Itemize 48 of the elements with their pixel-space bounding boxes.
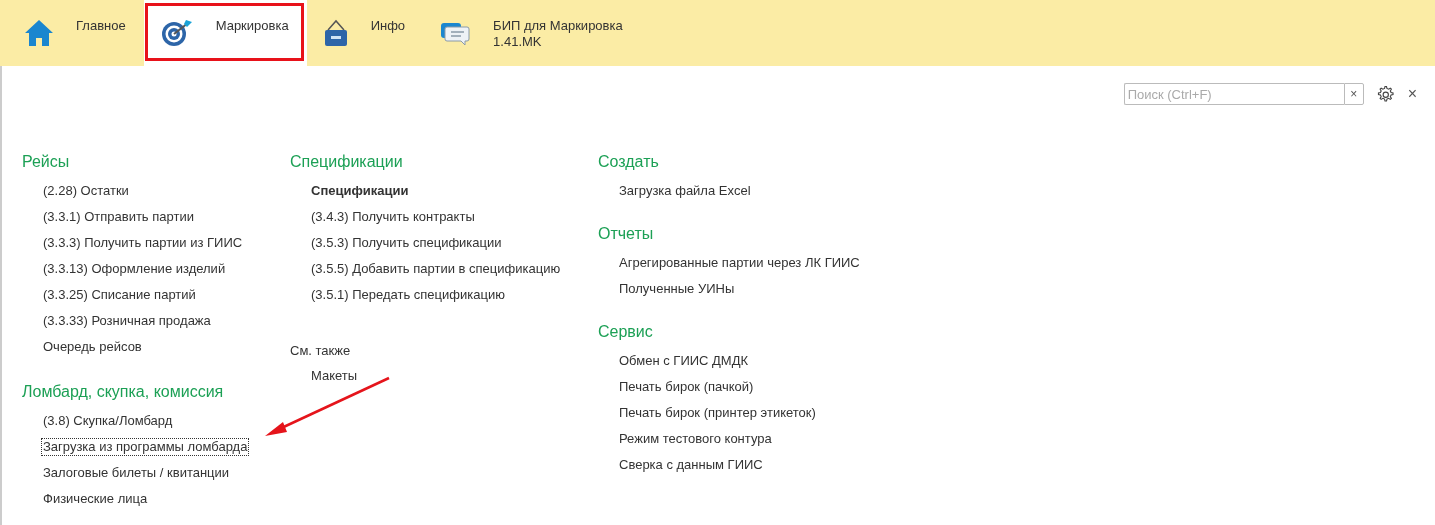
group-heading: Отчеты: [598, 224, 655, 244]
command-link[interactable]: (3.3.1) Отправить партии: [41, 208, 196, 226]
command-link[interactable]: (3.3.3) Получить партии из ГИИС: [41, 234, 245, 252]
group-heading: Ломбард, скупка, комиссия: [22, 382, 225, 402]
close-button[interactable]: ×: [1405, 85, 1419, 103]
command-link[interactable]: (3.3.33) Розничная продажа: [41, 312, 213, 330]
section-tab[interactable]: БИП для Маркировка 1.41.MK: [423, 0, 641, 66]
command-link[interactable]: Загрузка файла Excel: [617, 182, 753, 200]
command-link[interactable]: Печать бирок (пачкой): [617, 378, 756, 396]
command-link[interactable]: Загрузка из программы ломбарда: [41, 438, 250, 456]
settings-icon[interactable]: [1375, 85, 1394, 103]
section-tab[interactable]: Главное: [8, 0, 144, 66]
target-icon: [159, 18, 194, 48]
house-icon: [24, 18, 54, 48]
command-link[interactable]: (3.5.5) Добавить партии в спецификацию: [309, 260, 563, 278]
command-link[interactable]: (3.5.3) Получить спецификации: [309, 234, 504, 252]
tab-label: Инфо: [370, 18, 406, 34]
command-link[interactable]: Физические лица: [41, 490, 150, 508]
command-link[interactable]: Обмен с ГИИС ДМДК: [617, 352, 751, 370]
command-link[interactable]: (3.3.13) Оформление изделий: [41, 260, 228, 278]
command-link[interactable]: Очередь рейсов: [41, 338, 144, 356]
command-link[interactable]: (2.28) Остатки: [41, 182, 131, 200]
section-tab[interactable]: Маркировка: [143, 0, 307, 66]
hanging-sign-icon: [322, 18, 349, 48]
command-link[interactable]: Сверка с данным ГИИС: [617, 456, 765, 474]
clear-button[interactable]: ×: [1343, 83, 1364, 105]
group-heading: Спецификации: [290, 152, 404, 172]
command-link[interactable]: Полученные УИНы: [617, 280, 737, 298]
command-link[interactable]: Макеты: [309, 367, 360, 385]
group-heading: Создать: [598, 152, 660, 172]
group-heading: Сервис: [598, 322, 654, 342]
section-tab[interactable]: Инфо: [306, 0, 424, 66]
tab-label: Главное: [76, 18, 126, 34]
version-label: 1.41.MK: [493, 34, 543, 50]
command-link[interactable]: Режим тестового контура: [617, 430, 774, 448]
command-link[interactable]: (3.5.1) Передать спецификацию: [309, 286, 507, 304]
group-heading: Рейсы: [22, 152, 71, 172]
command-link[interactable]: Залоговые билеты / квитанции: [41, 464, 232, 482]
see-also-heading: См. также: [290, 342, 352, 360]
command-link[interactable]: Агрегированные партии через ЛК ГИИС: [617, 254, 862, 272]
tab-label: БИП для Маркировка: [493, 18, 623, 34]
command-link[interactable]: (3.4.3) Получить контракты: [309, 208, 477, 226]
command-link[interactable]: (3.3.25) Списание партий: [41, 286, 198, 304]
tab-label: Маркировка: [215, 18, 289, 34]
command-link[interactable]: Печать бирок (принтер этикеток): [617, 404, 818, 422]
command-link[interactable]: (3.8) Скупка/Ломбард: [41, 412, 175, 430]
search-field[interactable]: Поиск (Ctrl+F): [1123, 83, 1344, 105]
subgroup-heading: Спецификации: [310, 182, 410, 200]
